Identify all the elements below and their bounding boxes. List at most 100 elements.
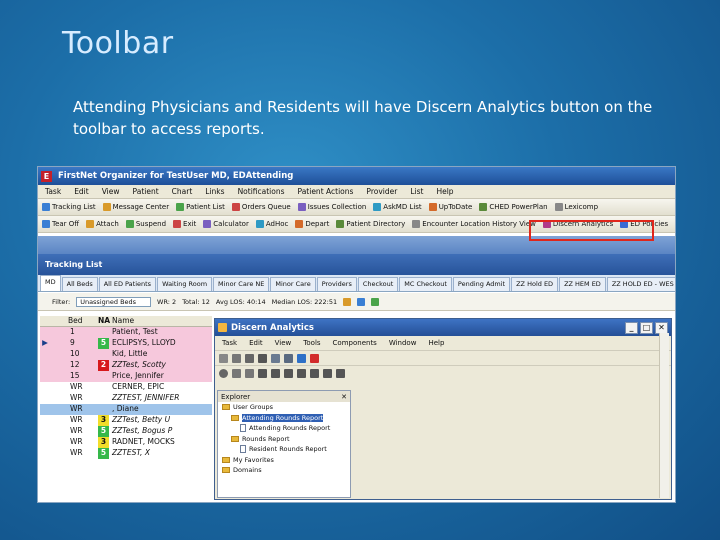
- design-icon[interactable]: [297, 353, 306, 363]
- tab-item[interactable]: ZZ HOLD ED - WES: [606, 277, 675, 291]
- back-icon[interactable]: [232, 368, 241, 378]
- add-icon[interactable]: [357, 297, 366, 306]
- menu-item[interactable]: Links: [205, 187, 224, 196]
- tool-a-icon[interactable]: [258, 368, 267, 378]
- table-row[interactable]: WR 5 ZZTEST, X: [40, 448, 212, 459]
- tool-b-icon[interactable]: [271, 368, 280, 378]
- table-row[interactable]: 15 Price, Jennifer: [40, 371, 212, 382]
- table-row[interactable]: WR 5 ZZTest, Bogus P: [40, 426, 212, 437]
- tab-item[interactable]: All ED Patients: [98, 277, 157, 291]
- tree-node[interactable]: Attending Rounds Report: [218, 413, 350, 424]
- table-row[interactable]: 12 2 ZZTest, Scotty: [40, 360, 212, 371]
- settings-icon[interactable]: [219, 368, 228, 378]
- menu-item[interactable]: Help: [436, 187, 453, 196]
- menu-item[interactable]: Notifications: [238, 187, 285, 196]
- minimize-button[interactable]: _: [625, 321, 638, 334]
- tab-item[interactable]: MC Checkout: [399, 277, 452, 291]
- menu-item[interactable]: Patient Actions: [298, 187, 354, 196]
- discern-menu-item[interactable]: Components: [333, 339, 377, 347]
- tab-item[interactable]: Checkout: [357, 277, 399, 291]
- table-row[interactable]: WR CERNER, EPIC: [40, 382, 212, 393]
- properties-icon[interactable]: [284, 353, 293, 363]
- app-toolbar-primary: Tracking List Message Center Patient List O…: [38, 199, 675, 216]
- tab-item[interactable]: MD: [40, 275, 61, 291]
- toolbar-button[interactable]: UpToDate: [428, 203, 472, 211]
- run-icon[interactable]: [258, 353, 267, 363]
- table-row[interactable]: 1 Patient, Test: [40, 327, 212, 338]
- tree-node[interactable]: Domains: [218, 465, 350, 476]
- menu-item[interactable]: Edit: [74, 187, 89, 196]
- explorer-close-icon[interactable]: ✕: [341, 393, 350, 401]
- toolbar-button[interactable]: Tracking List: [42, 203, 96, 211]
- menu-item[interactable]: Patient: [133, 187, 159, 196]
- toolbar-button[interactable]: Patient Directory: [336, 220, 405, 228]
- new-icon[interactable]: [219, 353, 228, 363]
- discern-menu-item[interactable]: Edit: [249, 339, 263, 347]
- menu-item[interactable]: List: [410, 187, 423, 196]
- tree-node[interactable]: Attending Rounds Report: [218, 423, 350, 434]
- col-na[interactable]: NA: [98, 316, 110, 326]
- save-icon[interactable]: [245, 353, 254, 363]
- toolbar-button[interactable]: AdHoc: [255, 220, 288, 228]
- discern-menu-item[interactable]: Help: [428, 339, 444, 347]
- refresh-icon[interactable]: [271, 353, 280, 363]
- discern-menu-item[interactable]: Tools: [303, 339, 320, 347]
- stop-icon[interactable]: [310, 353, 319, 363]
- menu-item[interactable]: Task: [45, 187, 61, 196]
- slide-title: Toolbar: [62, 26, 174, 61]
- toolbar-button[interactable]: Tear Off: [42, 220, 79, 228]
- toolbar-button[interactable]: Suspend: [125, 220, 166, 228]
- tool-e-icon[interactable]: [310, 368, 319, 378]
- toolbar-button[interactable]: AskMD List: [373, 203, 422, 211]
- menu-item[interactable]: Provider: [366, 187, 397, 196]
- toolbar-button[interactable]: Attach: [86, 220, 119, 228]
- table-row[interactable]: WR , Diane: [40, 404, 212, 415]
- table-row[interactable]: WR ZZTEST, JENNIFER: [40, 393, 212, 404]
- col-bed[interactable]: Bed: [50, 316, 98, 326]
- toolbar-button[interactable]: Patient List: [176, 203, 225, 211]
- discern-scrollbar[interactable]: [659, 333, 669, 498]
- tool-c-icon[interactable]: [284, 368, 293, 378]
- tree-node[interactable]: User Groups: [218, 402, 350, 413]
- open-icon[interactable]: [232, 353, 241, 363]
- tab-item[interactable]: ZZ Hold ED: [511, 277, 559, 291]
- toolbar-button[interactable]: Lexicomp: [554, 203, 598, 211]
- tab-item[interactable]: Waiting Room: [157, 277, 213, 291]
- tab-item[interactable]: All Beds: [61, 277, 98, 291]
- filter-select[interactable]: Unassigned Beds: [76, 296, 152, 307]
- discern-menu-item[interactable]: View: [275, 339, 292, 347]
- toolbar-button[interactable]: Calculator: [203, 220, 249, 228]
- toolbar-button[interactable]: Encounter Location History View: [412, 220, 536, 228]
- tab-item[interactable]: Minor Care: [270, 277, 316, 291]
- toolbar-button[interactable]: Orders Queue: [231, 203, 291, 211]
- table-row[interactable]: WR 3 RADNET, MOCKS: [40, 437, 212, 448]
- discern-menu-item[interactable]: Task: [222, 339, 237, 347]
- toolbar-button[interactable]: Depart: [295, 220, 329, 228]
- tab-item[interactable]: ZZ HEM ED: [559, 277, 606, 291]
- tab-item[interactable]: Minor Care NE: [213, 277, 270, 291]
- col-name[interactable]: Name: [109, 316, 212, 326]
- toolbar-button[interactable]: Message Center: [102, 203, 169, 211]
- table-row[interactable]: 10 Kid, Little: [40, 349, 212, 360]
- tool-d-icon[interactable]: [297, 368, 306, 378]
- table-row[interactable]: ▶ 9 5 ECLIPSYS, LLOYD: [40, 338, 212, 349]
- menu-item[interactable]: View: [102, 187, 120, 196]
- forward-icon[interactable]: [245, 368, 254, 378]
- maximize-button[interactable]: □: [640, 321, 653, 334]
- edit-icon[interactable]: [371, 297, 380, 306]
- toolbar-button[interactable]: Exit: [173, 220, 196, 228]
- tree-node[interactable]: My Favorites: [218, 455, 350, 466]
- toolbar-button[interactable]: CHED PowerPlan: [479, 203, 548, 211]
- search-icon[interactable]: [343, 297, 352, 306]
- export-icon[interactable]: [336, 368, 345, 378]
- table-row[interactable]: WR 3 ZZTest, Betty U: [40, 415, 212, 426]
- tab-item[interactable]: Pending Admit: [452, 277, 511, 291]
- print-icon[interactable]: [323, 368, 332, 378]
- close-button[interactable]: ✕: [655, 321, 668, 334]
- discern-menu-item[interactable]: Window: [389, 339, 417, 347]
- toolbar-button[interactable]: Issues Collection: [297, 203, 366, 211]
- tab-item[interactable]: Providers: [316, 277, 357, 291]
- tree-node[interactable]: Rounds Report: [218, 434, 350, 445]
- menu-item[interactable]: Chart: [172, 187, 193, 196]
- tree-node[interactable]: Resident Rounds Report: [218, 444, 350, 455]
